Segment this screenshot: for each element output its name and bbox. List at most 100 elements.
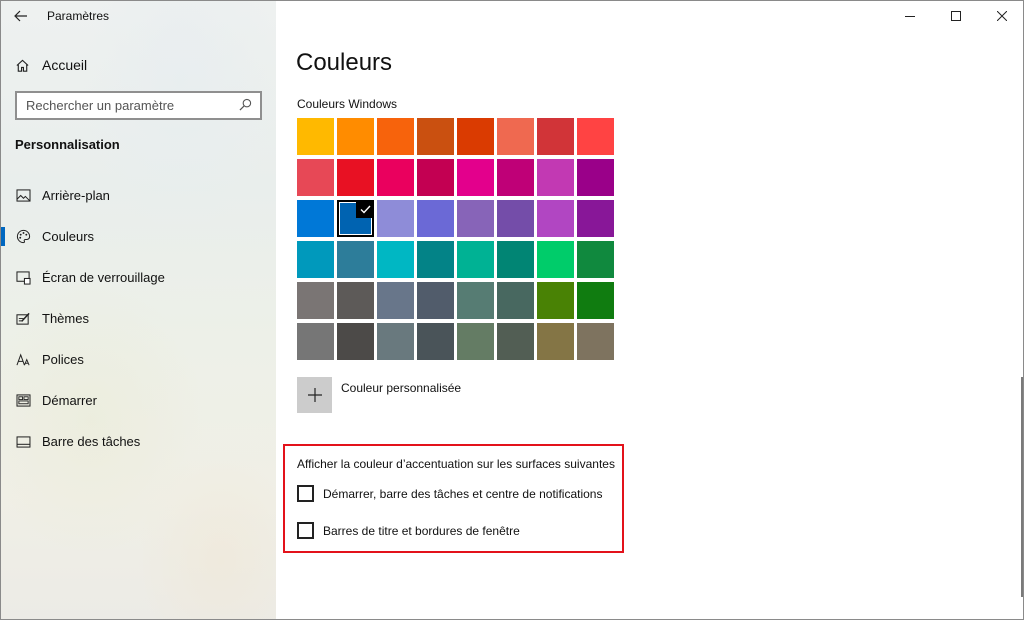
minimize-icon	[905, 16, 915, 17]
color-swatch[interactable]	[377, 159, 414, 196]
color-swatch[interactable]	[577, 323, 614, 360]
home-link[interactable]: Accueil	[15, 53, 87, 77]
color-swatch[interactable]	[417, 323, 454, 360]
back-button[interactable]	[1, 1, 41, 31]
sidebar-item-label: Couleurs	[42, 229, 95, 244]
home-label: Accueil	[42, 57, 88, 73]
plus-icon	[297, 377, 332, 413]
color-swatch[interactable]	[337, 323, 374, 360]
sidebar-item-start[interactable]: Démarrer	[1, 380, 276, 421]
checkbox-label: Barres de titre et bordures de fenêtre	[323, 523, 520, 538]
scrollbar[interactable]	[1021, 377, 1023, 597]
accent-surfaces-title: Afficher la couleur d’accentuation sur l…	[297, 457, 615, 471]
color-swatch[interactable]	[417, 118, 454, 155]
checkbox[interactable]	[297, 485, 314, 502]
color-swatch[interactable]	[417, 200, 454, 237]
color-swatch[interactable]	[537, 282, 574, 319]
sidebar-item-label: Démarrer	[42, 393, 97, 408]
option-start-taskbar-action-center[interactable]: Démarrer, barre des tâches et centre de …	[297, 485, 602, 502]
palette-icon	[15, 229, 31, 245]
search-input[interactable]	[26, 98, 231, 113]
section-title: Personnalisation	[15, 137, 120, 152]
color-swatch[interactable]	[577, 241, 614, 278]
sidebar-item-label: Écran de verrouillage	[42, 270, 165, 285]
home-icon	[16, 59, 29, 72]
color-swatch[interactable]	[297, 241, 334, 278]
color-swatch[interactable]	[537, 323, 574, 360]
color-swatch[interactable]	[337, 282, 374, 319]
color-swatch[interactable]	[337, 200, 374, 237]
color-swatch[interactable]	[377, 241, 414, 278]
sidebar-item-lock-screen[interactable]: Écran de verrouillage	[1, 257, 276, 298]
color-swatch[interactable]	[457, 159, 494, 196]
color-swatch[interactable]	[497, 282, 534, 319]
sidebar-item-colors[interactable]: Couleurs	[1, 216, 276, 257]
maximize-icon	[951, 11, 961, 21]
checkbox-label: Démarrer, barre des tâches et centre de …	[323, 486, 603, 501]
maximize-button[interactable]	[933, 1, 979, 31]
taskbar-icon	[15, 434, 31, 450]
sidebar-item-label: Polices	[42, 352, 84, 367]
sidebar-item-background[interactable]: Arrière-plan	[1, 175, 276, 216]
color-swatch[interactable]	[577, 200, 614, 237]
color-swatch[interactable]	[377, 282, 414, 319]
minimize-button[interactable]	[887, 1, 933, 31]
color-swatch[interactable]	[577, 118, 614, 155]
close-button[interactable]	[979, 1, 1023, 31]
color-swatch[interactable]	[297, 118, 334, 155]
windows-colors-label: Couleurs Windows	[297, 97, 398, 111]
checkbox[interactable]	[297, 522, 314, 539]
color-swatch[interactable]	[417, 282, 454, 319]
color-swatch[interactable]	[457, 118, 494, 155]
color-swatch[interactable]	[497, 323, 534, 360]
main-content: Couleurs Couleurs Windows Couleur person…	[276, 1, 1023, 619]
color-swatch[interactable]	[497, 241, 534, 278]
color-swatch[interactable]	[337, 159, 374, 196]
custom-color-button[interactable]: Couleur personnalisée	[297, 377, 461, 413]
color-swatch[interactable]	[457, 200, 494, 237]
color-swatch[interactable]	[497, 159, 534, 196]
sidebar-item-label: Arrière-plan	[42, 188, 110, 203]
color-swatch[interactable]	[457, 323, 494, 360]
custom-color-label: Couleur personnalisée	[341, 381, 462, 395]
themes-icon	[15, 311, 31, 327]
option-title-bars-window-borders[interactable]: Barres de titre et bordures de fenêtre	[297, 522, 520, 539]
color-swatch[interactable]	[537, 241, 574, 278]
back-arrow-icon	[14, 10, 27, 22]
color-swatch[interactable]	[537, 118, 574, 155]
sidebar-item-themes[interactable]: Thèmes	[1, 298, 276, 339]
color-swatch[interactable]	[497, 118, 534, 155]
color-swatch[interactable]	[577, 282, 614, 319]
color-swatch[interactable]	[457, 241, 494, 278]
color-swatch[interactable]	[297, 200, 334, 237]
color-swatch[interactable]	[457, 282, 494, 319]
color-swatch[interactable]	[297, 323, 334, 360]
start-icon	[15, 393, 31, 409]
color-swatch[interactable]	[337, 118, 374, 155]
app-title: Paramètres	[47, 9, 110, 23]
color-swatch[interactable]	[377, 118, 414, 155]
color-swatch[interactable]	[337, 241, 374, 278]
lock-screen-icon	[15, 270, 31, 286]
sidebar-nav: Arrière-plan Couleurs Écran de verrouill…	[1, 175, 276, 462]
sidebar-item-fonts[interactable]: Polices	[1, 339, 276, 380]
picture-icon	[15, 188, 31, 204]
color-swatch[interactable]	[377, 323, 414, 360]
color-swatch[interactable]	[537, 159, 574, 196]
color-swatch[interactable]	[297, 282, 334, 319]
color-swatch[interactable]	[377, 200, 414, 237]
sidebar-item-taskbar[interactable]: Barre des tâches	[1, 421, 276, 462]
checkmark-icon	[356, 200, 374, 218]
search-box[interactable]	[15, 91, 262, 120]
settings-window: Paramètres Accueil Personnalisation	[0, 0, 1024, 620]
color-swatch[interactable]	[577, 159, 614, 196]
color-swatch[interactable]	[417, 241, 454, 278]
close-icon	[997, 11, 1007, 21]
search-icon[interactable]	[239, 98, 252, 114]
color-swatch[interactable]	[417, 159, 454, 196]
color-swatch-grid	[297, 118, 614, 360]
color-swatch[interactable]	[537, 200, 574, 237]
color-swatch[interactable]	[497, 200, 534, 237]
color-swatch[interactable]	[297, 159, 334, 196]
sidebar-item-label: Barre des tâches	[42, 434, 141, 449]
